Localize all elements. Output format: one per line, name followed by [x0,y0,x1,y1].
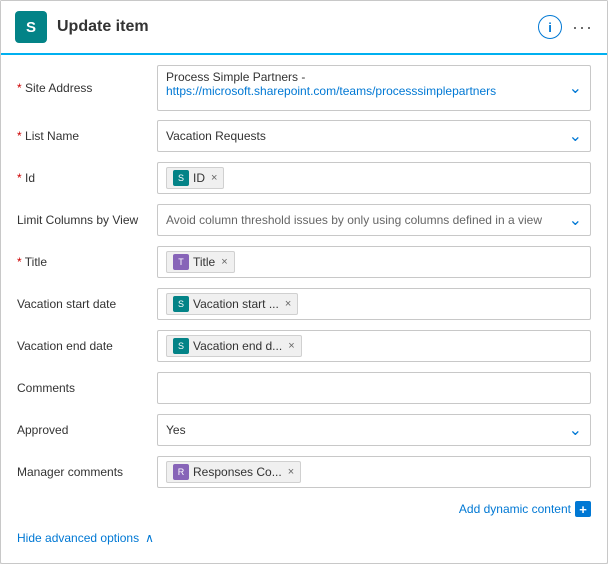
token-manager-comments: R Responses Co... × [166,461,301,483]
token-vacation-end: S Vacation end d... × [166,335,302,357]
app-icon: S [15,11,47,43]
label-vacation-start: Vacation start date [17,297,157,311]
field-row-site-address: Site Address Process Simple Partners - h… [17,65,591,111]
field-row-id: Id S ID × [17,161,591,195]
token-id-label: ID [193,171,205,185]
token-title: T Title × [166,251,235,273]
token-id: S ID × [166,167,224,189]
label-manager-comments: Manager comments [17,465,157,479]
approved-value: Yes [166,423,186,437]
field-row-title: Title T Title × [17,245,591,279]
token-vacation-start-icon: S [173,296,189,312]
site-address-dropdown-arrow[interactable]: ⌄ [569,78,582,98]
token-vacation-end-remove[interactable]: × [288,340,294,352]
site-address-link-text: https://microsoft.sharepoint.com/teams/p… [166,84,496,98]
more-options-icon[interactable]: ··· [572,17,593,38]
input-vacation-end[interactable]: S Vacation end d... × [157,330,591,362]
token-id-remove[interactable]: × [211,172,217,184]
limit-columns-value: Avoid column threshold issues by only us… [166,213,542,227]
hide-advanced-label: Hide advanced options [17,531,139,545]
limit-columns-dropdown-arrow[interactable]: ⌄ [569,210,582,230]
token-vacation-end-icon: S [173,338,189,354]
label-title: Title [17,255,157,269]
input-vacation-start[interactable]: S Vacation start ... × [157,288,591,320]
approved-dropdown-arrow[interactable]: ⌄ [569,420,582,440]
field-row-vacation-start: Vacation start date S Vacation start ...… [17,287,591,321]
token-vacation-start: S Vacation start ... × [166,293,298,315]
token-manager-comments-icon: R [173,464,189,480]
token-title-label: Title [193,255,215,269]
label-site-address: Site Address [17,81,157,95]
token-vacation-start-remove[interactable]: × [285,298,291,310]
info-icon[interactable]: i [538,15,562,39]
field-row-list-name: List Name Vacation Requests ⌄ [17,119,591,153]
label-approved: Approved [17,423,157,437]
input-approved[interactable]: Yes ⌄ [157,414,591,446]
label-id: Id [17,171,157,185]
list-name-dropdown-arrow[interactable]: ⌄ [569,126,582,146]
card-header: S Update item i ··· [1,1,607,55]
token-manager-comments-label: Responses Co... [193,465,282,479]
label-limit-columns: Limit Columns by View [17,213,157,227]
field-row-vacation-end: Vacation end date S Vacation end d... × [17,329,591,363]
add-dynamic-plus-icon: + [575,501,591,517]
field-row-approved: Approved Yes ⌄ [17,413,591,447]
label-vacation-end: Vacation end date [17,339,157,353]
card-body: Site Address Process Simple Partners - h… [1,55,607,563]
site-address-top-text: Process Simple Partners - [166,70,305,84]
label-list-name: List Name [17,129,157,143]
hide-advanced-options[interactable]: Hide advanced options ∧ [17,525,591,549]
token-title-remove[interactable]: × [221,256,227,268]
field-row-manager-comments: Manager comments R Responses Co... × [17,455,591,489]
input-manager-comments[interactable]: R Responses Co... × [157,456,591,488]
token-title-icon: T [173,254,189,270]
field-row-comments: Comments [17,371,591,405]
input-comments[interactable] [157,372,591,404]
input-site-address[interactable]: Process Simple Partners - https://micros… [157,65,591,111]
token-manager-comments-remove[interactable]: × [288,466,294,478]
input-id[interactable]: S ID × [157,162,591,194]
input-list-name[interactable]: Vacation Requests ⌄ [157,120,591,152]
token-id-icon: S [173,170,189,186]
field-row-limit-columns: Limit Columns by View Avoid column thres… [17,203,591,237]
input-limit-columns[interactable]: Avoid column threshold issues by only us… [157,204,591,236]
hide-advanced-chevron-icon: ∧ [145,531,154,545]
input-title[interactable]: T Title × [157,246,591,278]
token-vacation-start-label: Vacation start ... [193,297,279,311]
add-dynamic-content[interactable]: Add dynamic content + [17,497,591,525]
list-name-value: Vacation Requests [166,129,266,143]
add-dynamic-label: Add dynamic content [459,502,571,516]
card-title: Update item [57,18,528,36]
token-vacation-end-label: Vacation end d... [193,339,282,353]
label-comments: Comments [17,381,157,395]
update-item-card: S Update item i ··· Site Address Process… [0,0,608,564]
